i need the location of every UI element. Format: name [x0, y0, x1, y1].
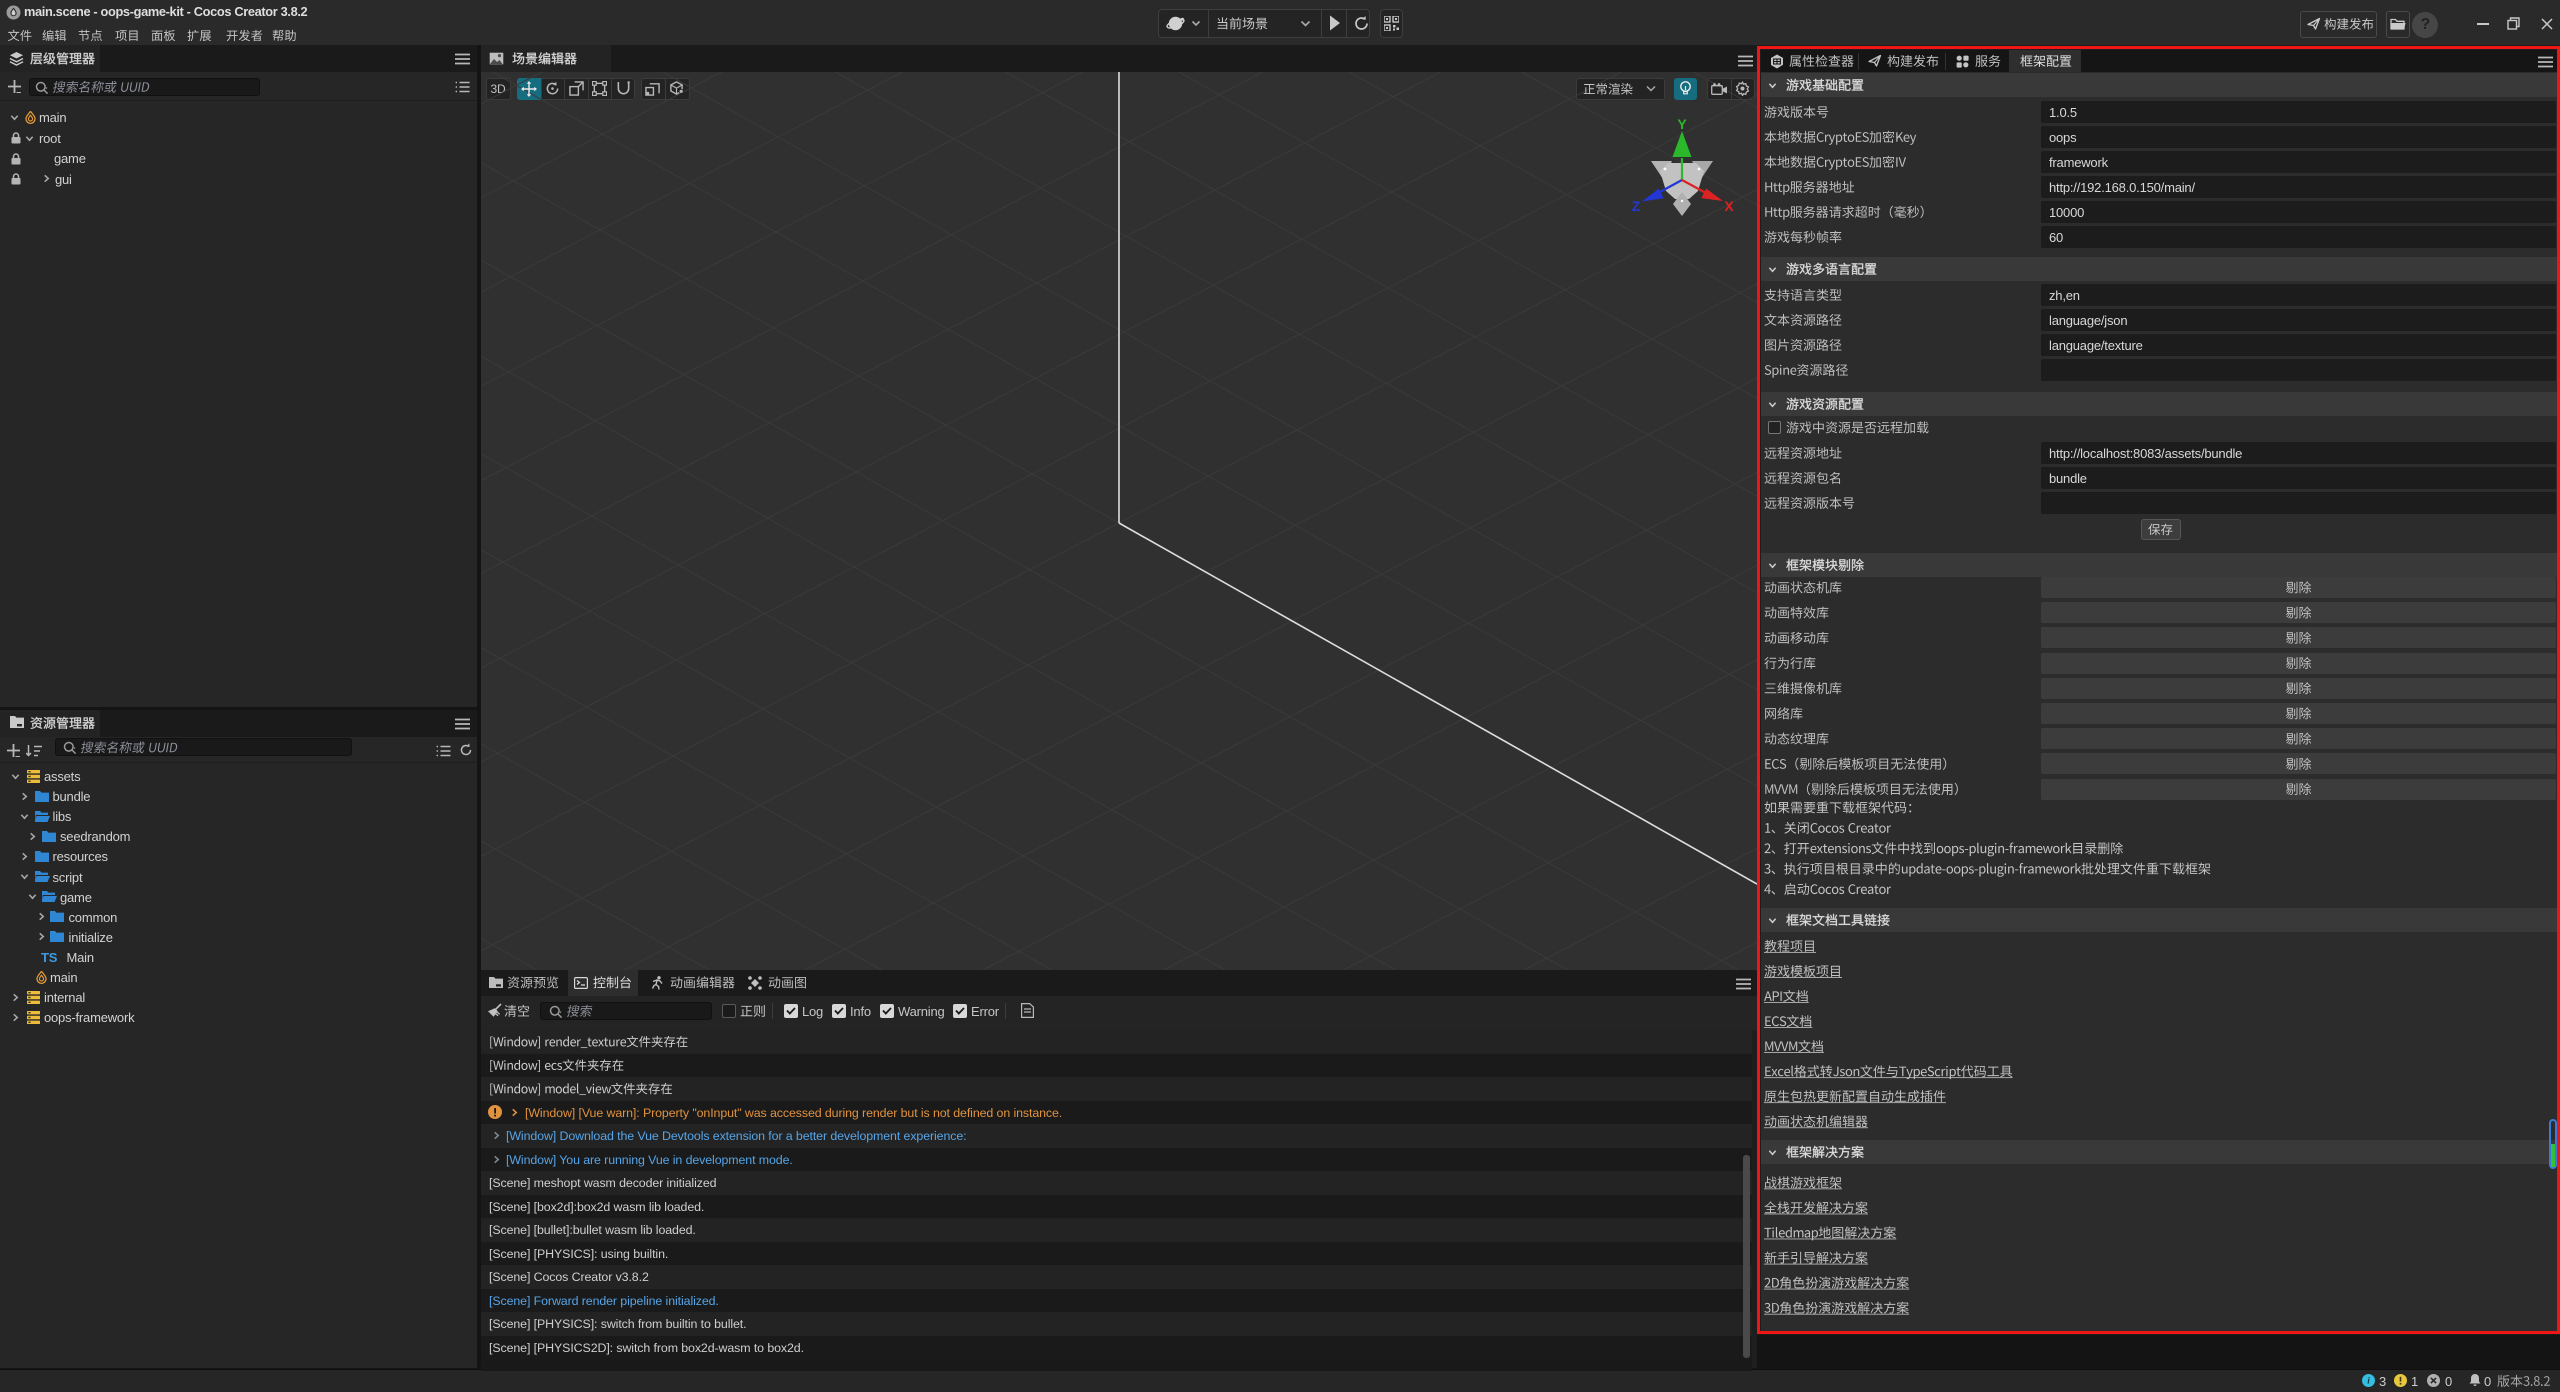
svg-text:Z: Z	[1632, 198, 1641, 214]
svg-text:i: i	[2367, 1377, 2370, 1387]
svg-text:Y: Y	[1677, 116, 1687, 132]
svg-text:X: X	[1724, 198, 1734, 214]
